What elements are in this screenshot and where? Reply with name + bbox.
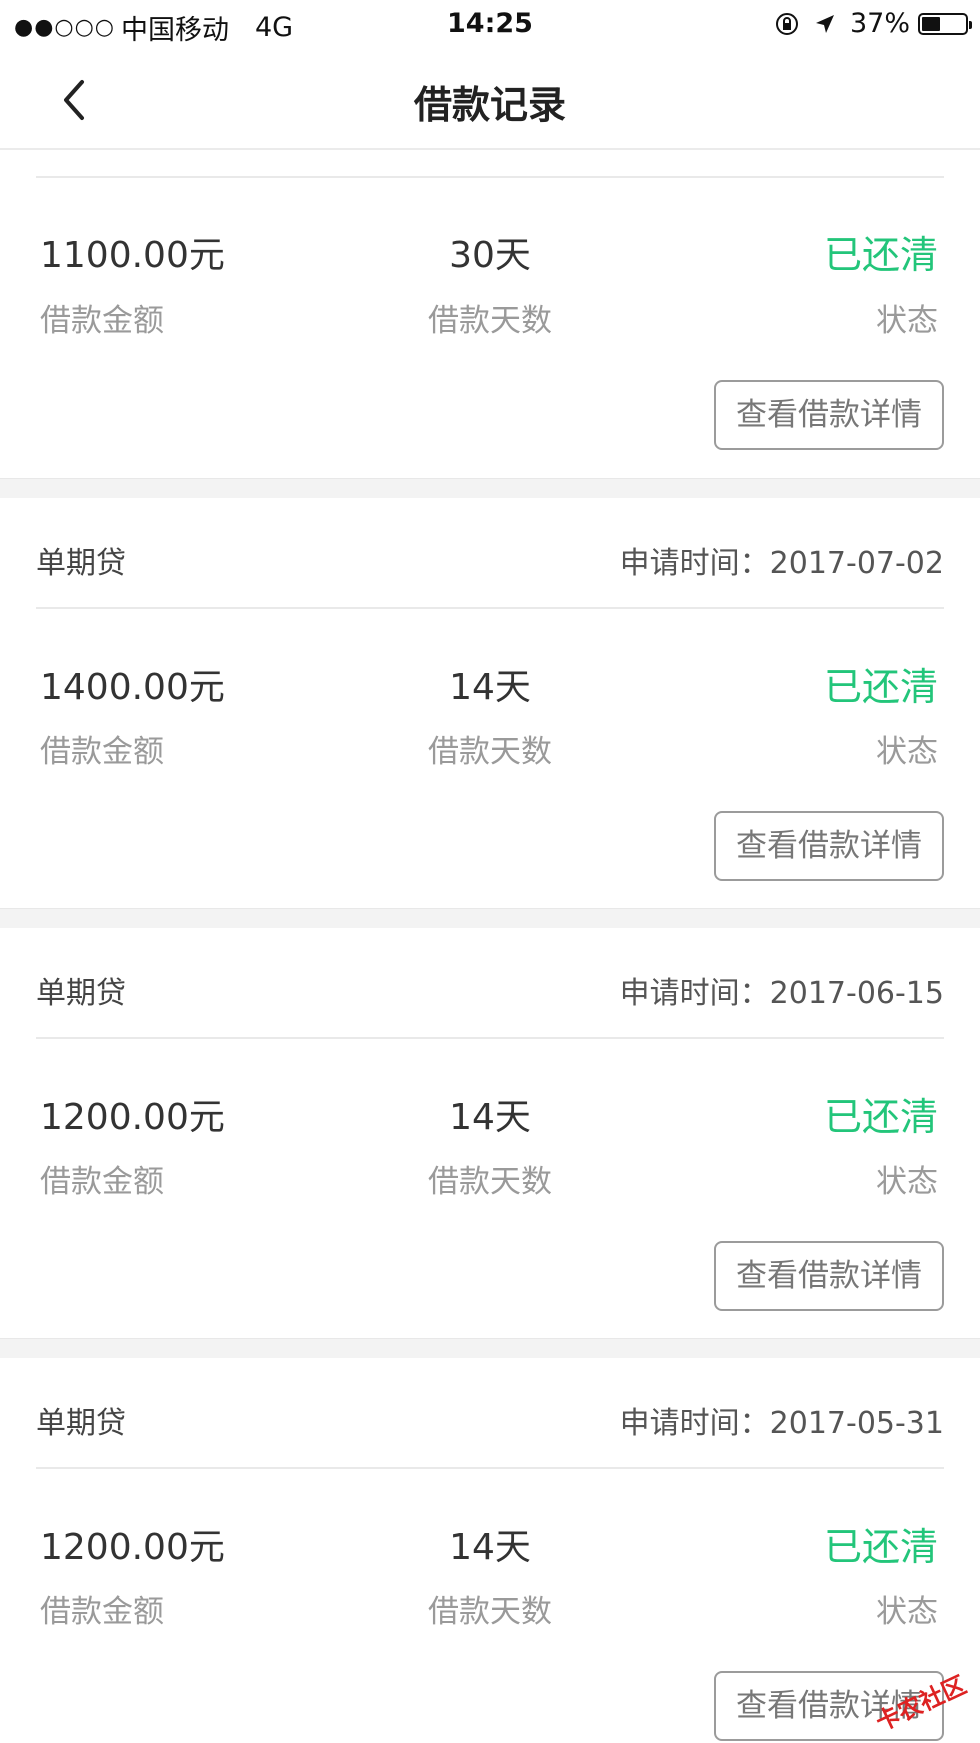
- nav-bar: 借款记录: [0, 50, 980, 150]
- loan-days-label: 借款天数: [428, 1164, 552, 1200]
- status-right: 37%: [774, 8, 972, 39]
- loan-record-card: 单期贷 申请时间：2017-05-31 1200.00元 14天 已还清 借款金…: [0, 1358, 980, 1743]
- location-arrow-icon: [814, 13, 836, 35]
- loan-days-label: 借款天数: [428, 1594, 552, 1630]
- card-separator: [0, 478, 980, 499]
- rotation-lock-icon: [774, 11, 800, 37]
- loan-status-value: 已还清: [823, 233, 938, 277]
- view-loan-detail-button[interactable]: 查看借款详情: [714, 380, 944, 450]
- loan-record-card: 单期贷 申请时间：2017-07-02 1400.00元 14天 已还清 借款金…: [0, 498, 980, 908]
- card-separator: [0, 1338, 980, 1359]
- apply-time: 申请时间：2017-07-02: [619, 546, 944, 581]
- loan-record-card: 单期贷 申请时间：2017-06-15 1200.00元 14天 已还清 借款金…: [0, 928, 980, 1338]
- battery-percent: 37%: [849, 8, 910, 39]
- loan-status-label: 状态: [876, 734, 938, 770]
- status-bar: ●●○○○ 中国移动 4G 14:25 37%: [0, 0, 980, 50]
- loan-record-card: 1100.00元 30天 已还清 借款金额 借款天数 状态 查看借款详情: [0, 150, 980, 478]
- card-separator: [0, 908, 980, 929]
- loan-status-label: 状态: [876, 303, 938, 339]
- apply-time: 申请时间：2017-06-15: [619, 976, 944, 1011]
- loan-status-value: 已还清: [823, 665, 938, 709]
- loan-type: 单期贷: [36, 976, 126, 1011]
- loan-status-value: 已还清: [823, 1525, 938, 1569]
- card-divider: [36, 607, 944, 609]
- card-divider: [36, 176, 944, 178]
- card-divider: [36, 1037, 944, 1039]
- loan-type: 单期贷: [36, 546, 126, 581]
- battery-icon: [918, 12, 972, 35]
- loan-days-label: 借款天数: [428, 734, 552, 770]
- loan-status-label: 状态: [876, 1594, 938, 1630]
- loan-status-label: 状态: [876, 1164, 938, 1200]
- view-loan-detail-button[interactable]: 查看借款详情: [714, 1241, 944, 1311]
- view-loan-detail-button[interactable]: 查看借款详情: [714, 811, 944, 881]
- card-divider: [36, 1467, 944, 1469]
- loan-status-value: 已还清: [823, 1095, 938, 1139]
- loan-days-label: 借款天数: [428, 303, 552, 339]
- apply-time: 申请时间：2017-05-31: [619, 1406, 944, 1441]
- page-title: 借款记录: [413, 83, 566, 127]
- loan-type: 单期贷: [36, 1406, 126, 1441]
